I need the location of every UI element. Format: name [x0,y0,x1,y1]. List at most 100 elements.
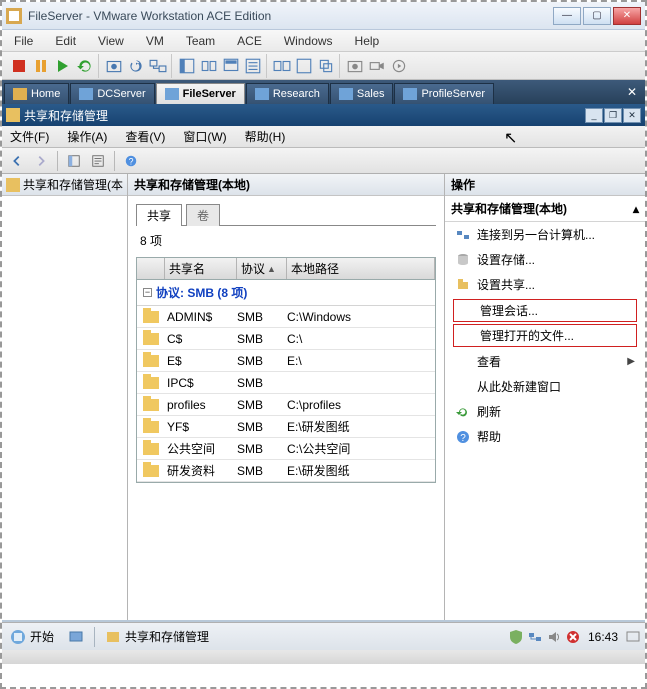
mmc-restore-button[interactable]: ❐ [604,108,622,123]
col-path[interactable]: 本地路径 [287,258,435,279]
menu-view[interactable]: View [94,33,128,49]
menu-windows[interactable]: Windows [280,33,337,49]
tray-security-icon[interactable] [508,629,524,645]
quicklaunch-item[interactable] [64,629,88,645]
stop-icon[interactable] [9,56,29,76]
mmc-menu-view[interactable]: 查看(V) [123,127,167,146]
cell-sharename: 研发资料 [165,462,237,479]
home-icon [13,88,27,100]
menu-team[interactable]: Team [182,33,219,49]
reset-icon[interactable] [75,56,95,76]
mmc-menu-window[interactable]: 窗口(W) [181,127,228,146]
col-sharename[interactable]: 共享名 [165,258,237,279]
tray-warning-icon[interactable] [565,629,581,645]
minimize-button[interactable]: — [553,7,581,25]
shares-grid[interactable]: 共享名 协议▲ 本地路径 − 协议: SMB (8 项) ADMIN$SMBC:… [136,257,436,483]
tray-network-icon[interactable] [527,629,543,645]
play-icon[interactable] [53,56,73,76]
table-row[interactable]: IPC$SMB [137,372,435,394]
scope-pane[interactable]: 共享和存储管理(本 [2,174,128,620]
tray-volume-icon[interactable] [546,629,562,645]
pause-icon[interactable] [31,56,51,76]
grid-group-header[interactable]: − 协议: SMB (8 项) [137,280,435,306]
action-item[interactable]: 从此处新建窗口 [445,374,645,399]
menu-help[interactable]: Help [351,33,384,49]
table-row[interactable]: profilesSMBC:\profiles [137,394,435,416]
action-item[interactable]: 查看▶ [445,349,645,374]
table-row[interactable]: 研发资料SMBE:\研发图纸 [137,460,435,482]
tab-close-button[interactable]: ✕ [621,85,643,99]
action-item[interactable]: 设置共享... [445,272,645,297]
table-row[interactable]: YF$SMBE:\研发图纸 [137,416,435,438]
menu-file[interactable]: File [10,33,37,49]
start-button[interactable]: 开始 [6,628,58,645]
col-protocol[interactable]: 协议▲ [237,258,287,279]
tab-profileserver[interactable]: ProfileServer [394,83,494,104]
maximize-button[interactable]: ▢ [583,7,611,25]
mmc-minimize-button[interactable]: _ [585,108,603,123]
subtab-shares[interactable]: 共享 [136,204,182,226]
replay-icon[interactable] [389,56,409,76]
action-item[interactable]: 管理打开的文件... [453,324,637,347]
tray-desktop-icon[interactable] [625,629,641,645]
tab-sales[interactable]: Sales [330,83,394,104]
mmc-close-button[interactable]: ✕ [623,108,641,123]
revert-icon[interactable] [126,56,146,76]
cell-path: C:\Windows [287,310,435,324]
vmware-toolbar [2,52,645,80]
collapse-toggle-icon[interactable]: − [143,288,152,297]
menu-ace[interactable]: ACE [233,33,266,49]
table-row[interactable]: C$SMBC:\ [137,328,435,350]
forward-icon[interactable] [30,150,52,172]
col-icon[interactable] [137,258,165,279]
properties-icon[interactable] [87,150,109,172]
fullscreen-icon[interactable] [294,56,314,76]
table-row[interactable]: E$SMBE:\ [137,350,435,372]
snapshot-icon[interactable] [104,56,124,76]
action-item[interactable]: ?帮助 [445,424,645,449]
console-icon[interactable] [221,56,241,76]
collapse-caret-icon[interactable]: ▴ [633,202,639,216]
table-row[interactable]: 公共空间SMBC:\公共空间 [137,438,435,460]
close-button[interactable]: ✕ [613,7,641,25]
summary-icon[interactable] [243,56,263,76]
system-tray[interactable]: 16:43 [508,629,641,645]
tab-dcserver[interactable]: DCServer [70,83,154,104]
monitor-icon [79,88,93,100]
table-row[interactable]: ADMIN$SMBC:\Windows [137,306,435,328]
tray-clock[interactable]: 16:43 [584,630,622,644]
movie-icon[interactable] [367,56,387,76]
mmc-menu-help[interactable]: 帮助(H) [243,127,288,146]
vmware-titlebar: FileServer - VMware Workstation ACE Edit… [2,2,645,30]
action-label: 设置存储... [477,251,535,268]
snapshot-mgr-icon[interactable] [148,56,168,76]
mmc-menu-action[interactable]: 操作(A) [65,127,109,146]
tab-fileserver[interactable]: FileServer [156,83,245,104]
action-item[interactable]: 刷新 [445,399,645,424]
menu-edit[interactable]: Edit [51,33,80,49]
action-item[interactable]: 管理会话... [453,299,637,322]
taskbar-task[interactable]: 共享和存储管理 [101,628,213,645]
task-label: 共享和存储管理 [125,628,209,645]
tab-home[interactable]: Home [4,83,69,104]
tab-research[interactable]: Research [246,83,329,104]
tab-nav-icon[interactable] [199,56,219,76]
action-item[interactable]: 设置存储... [445,247,645,272]
scope-tree-root[interactable]: 共享和存储管理(本 [2,174,127,196]
menu-vm[interactable]: VM [142,33,168,49]
action-label: 设置共享... [477,276,535,293]
back-icon[interactable] [6,150,28,172]
actions-section-header[interactable]: 共享和存储管理(本地) ▴ [445,196,645,222]
help-icon[interactable]: ? [120,150,142,172]
show-hide-tree-icon[interactable] [63,150,85,172]
quickswitch-icon[interactable] [272,56,292,76]
action-item[interactable]: 连接到另一台计算机... [445,222,645,247]
sidebar-toggle-icon[interactable] [177,56,197,76]
mmc-menu-file[interactable]: 文件(F) [8,127,51,146]
svg-text:?: ? [129,156,134,166]
unity-icon[interactable] [316,56,336,76]
guest-taskbar[interactable]: 开始 共享和存储管理 16:43 [2,622,645,650]
subtab-volumes[interactable]: 卷 [186,204,220,226]
cell-protocol: SMB [237,420,287,434]
capture-icon[interactable] [345,56,365,76]
